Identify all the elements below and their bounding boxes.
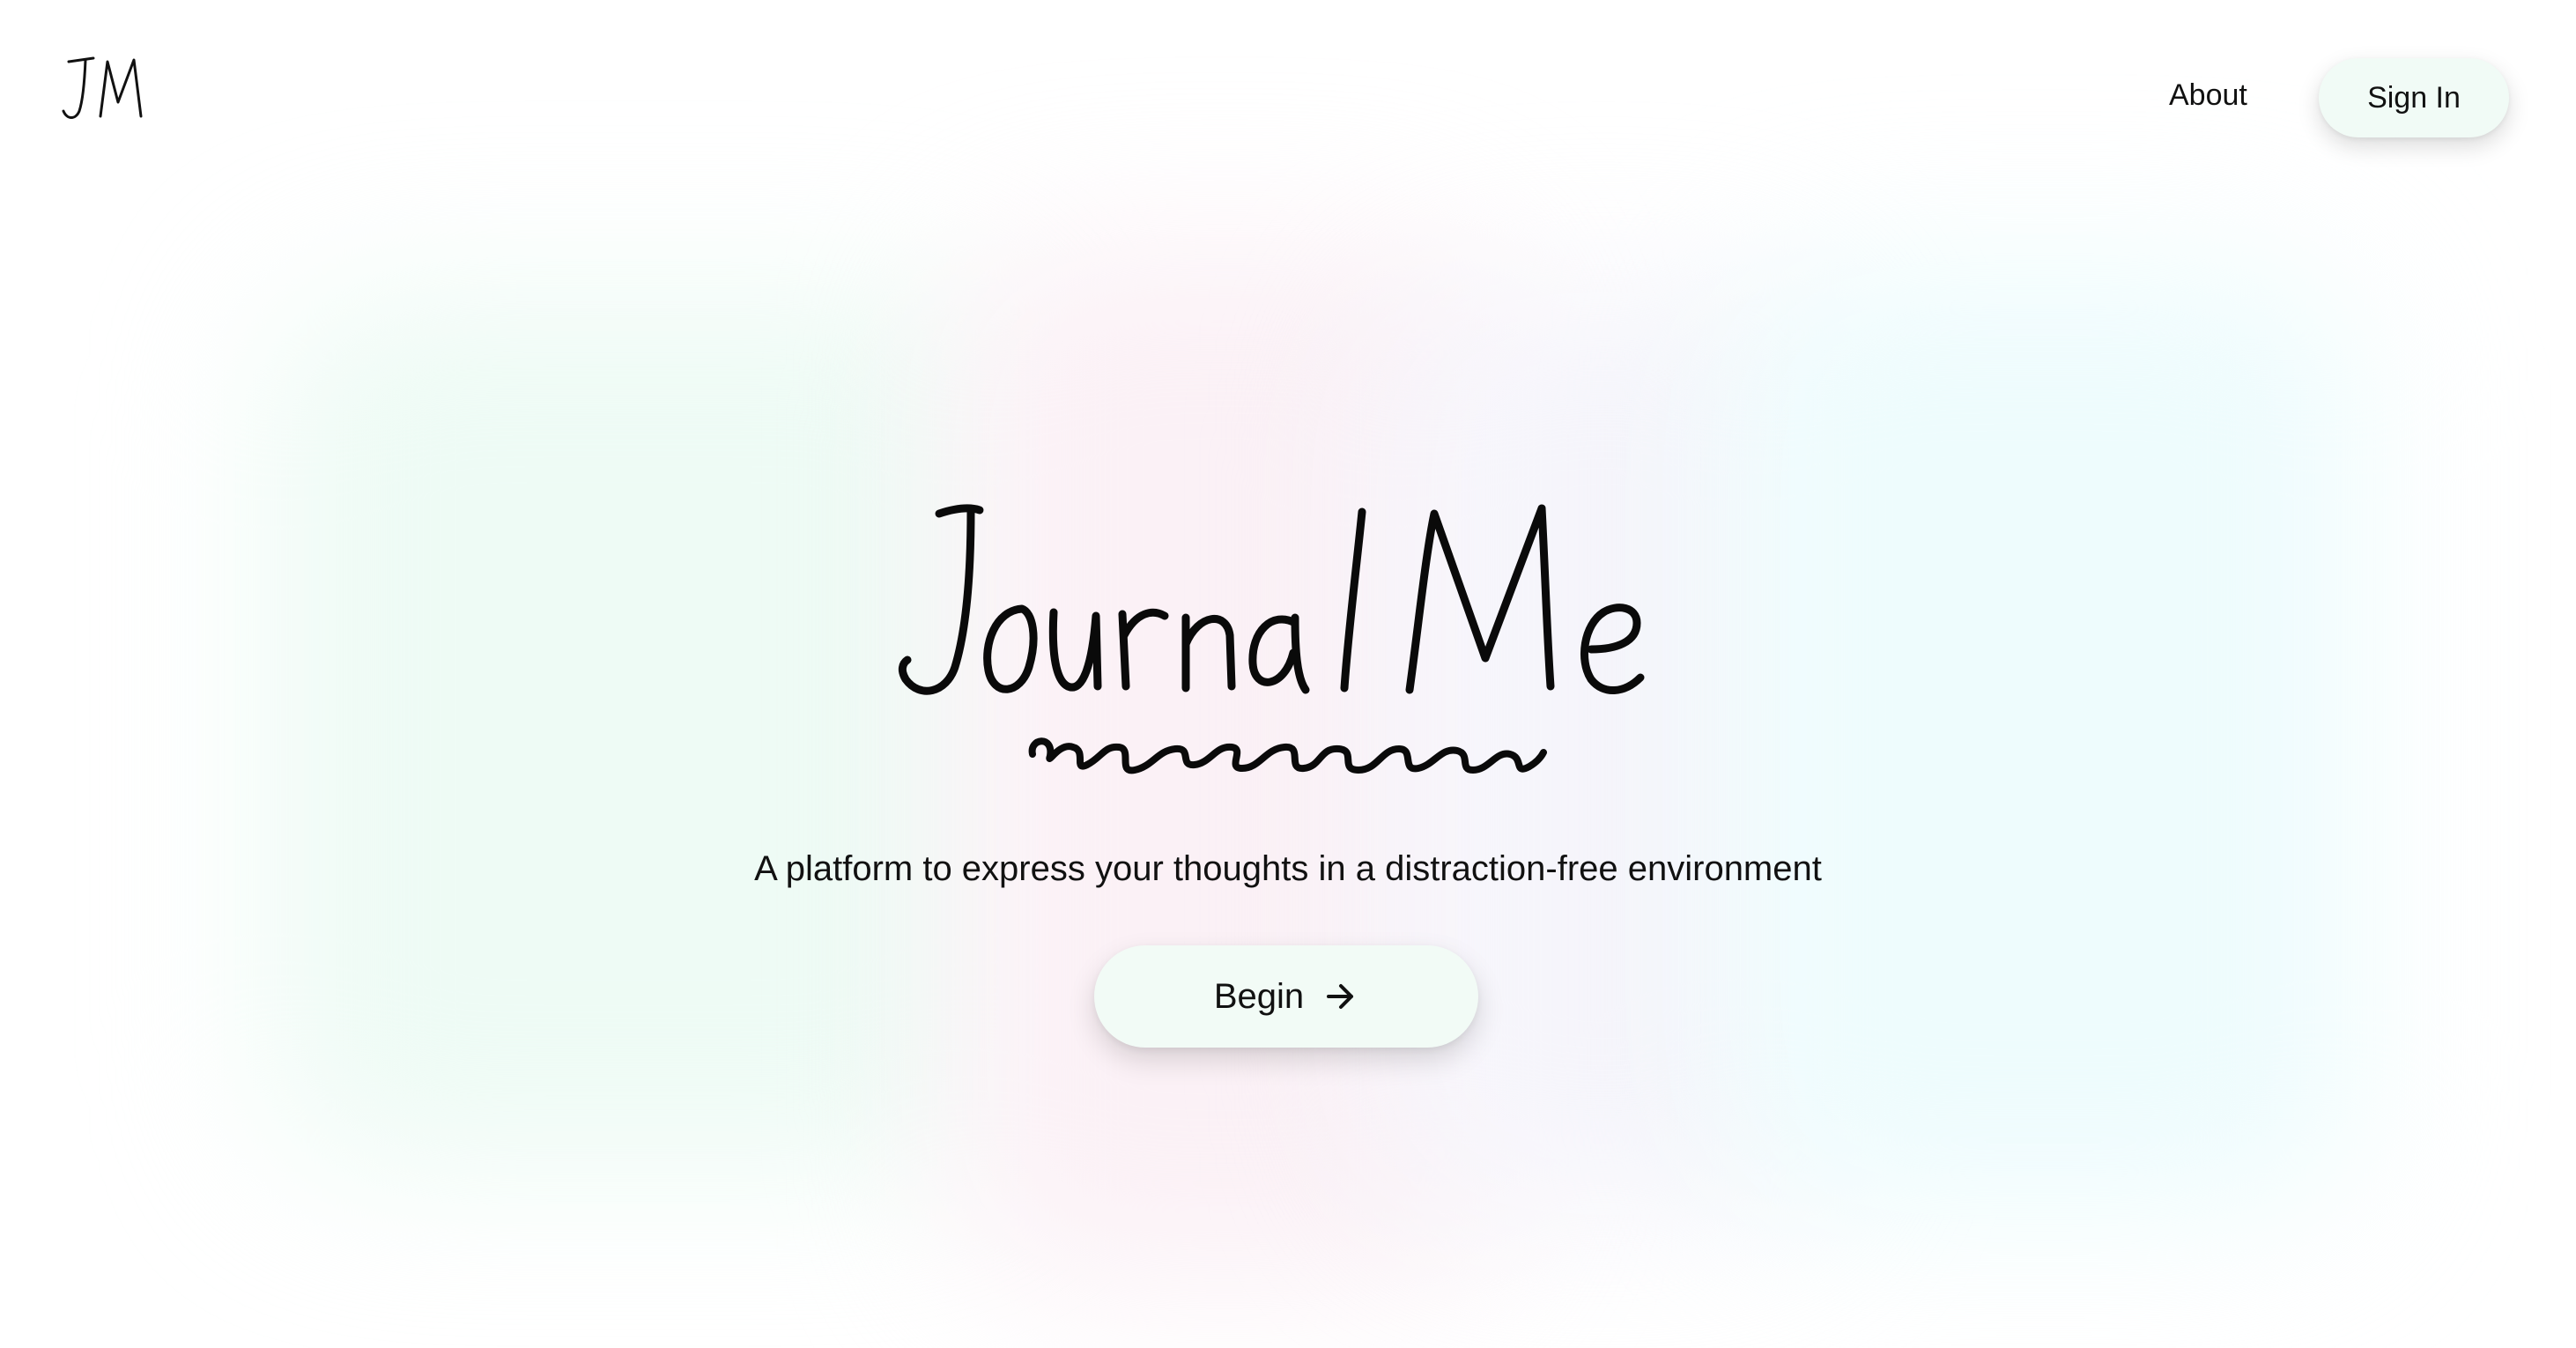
hero-title: Journal Me [881, 494, 1700, 715]
logo-mark-icon [62, 56, 143, 119]
nav-about-link[interactable]: About [2169, 74, 2247, 116]
landing-page: About Sign In Journal Me [0, 0, 2576, 1348]
sign-in-button[interactable]: Sign In [2319, 58, 2509, 137]
begin-button-label: Begin [1213, 976, 1305, 1016]
squiggle-icon [1028, 737, 1547, 774]
background-glow-cyan [1727, 264, 2361, 1216]
decorative-squiggle-underline [1020, 721, 1549, 786]
arrow-right-icon [1323, 979, 1358, 1014]
hero-title-handwriting [898, 504, 1645, 696]
hero-tagline: A platform to express your thoughts in a… [754, 849, 1822, 888]
begin-button[interactable]: Begin [1094, 945, 1478, 1048]
logo[interactable] [58, 49, 155, 129]
background-glow-mint [264, 291, 1013, 1172]
